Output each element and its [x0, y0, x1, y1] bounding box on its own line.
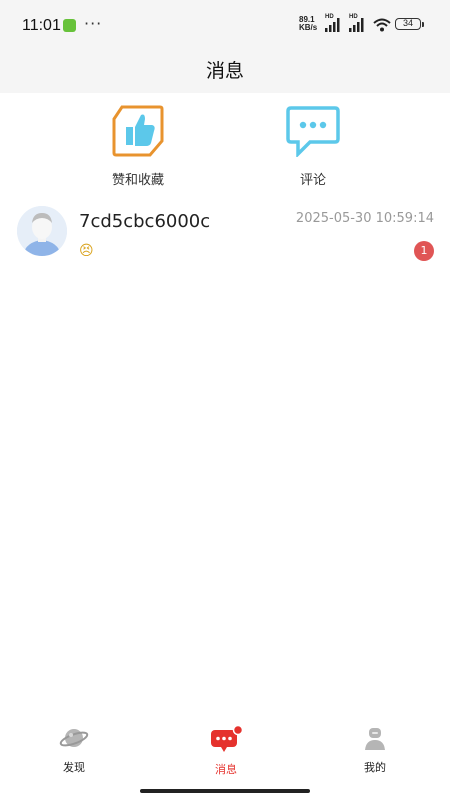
app-notification-icon — [63, 19, 76, 32]
tab-discover[interactable]: 发现 — [34, 725, 114, 775]
likes-favorites-label: 赞和收藏 — [111, 173, 164, 188]
net-speed-unit: KB/s — [299, 23, 318, 32]
likes-favorites-entry[interactable]: 赞和收藏 — [83, 105, 193, 188]
page-title: 消息 — [205, 60, 244, 82]
tab-messages-label: 消息 — [215, 763, 237, 776]
comment-icon — [286, 106, 340, 159]
avatar — [17, 206, 67, 256]
tab-mine[interactable]: 我的 — [335, 725, 415, 775]
tab-discover-label: 发现 — [63, 761, 85, 774]
planet-icon — [59, 729, 89, 747]
network-speed: 89.1 KB/s — [299, 16, 317, 32]
default-avatar-icon — [17, 206, 67, 256]
signal-icon-1 — [325, 18, 340, 32]
status-bar: 11:01 ··· 89.1 KB/s HD HD 34 — [0, 0, 450, 48]
status-time: 11:01 — [22, 17, 61, 34]
tab-messages[interactable]: 消息 — [186, 724, 266, 777]
comments-label: 评论 — [299, 173, 326, 188]
signal-icon-2 — [349, 18, 364, 32]
conversation-item[interactable]: 7cd5cbc6000c 2025-05-30 10:59:14 😣 1 — [0, 200, 450, 270]
conversation-name: 7cd5cbc6000c — [79, 211, 211, 232]
battery-tip — [422, 22, 424, 27]
comments-entry[interactable]: 评论 — [258, 105, 368, 188]
bottom-tab-bar: 发现 消息 我的 — [0, 724, 450, 785]
thumbs-up-icon — [112, 105, 164, 157]
more-notifications-icon: ··· — [84, 14, 103, 33]
conversation-preview: 😣 — [79, 243, 94, 259]
wifi-icon — [373, 18, 391, 32]
unread-badge: 1 — [414, 241, 434, 261]
user-icon — [365, 728, 385, 750]
message-icon — [211, 724, 244, 752]
conversation-time: 2025-05-30 10:59:14 — [295, 211, 434, 226]
battery-level: 34 — [402, 18, 413, 28]
tab-mine-label: 我的 — [364, 761, 386, 774]
battery-icon: 34 — [395, 18, 421, 30]
home-indicator[interactable] — [140, 789, 310, 793]
